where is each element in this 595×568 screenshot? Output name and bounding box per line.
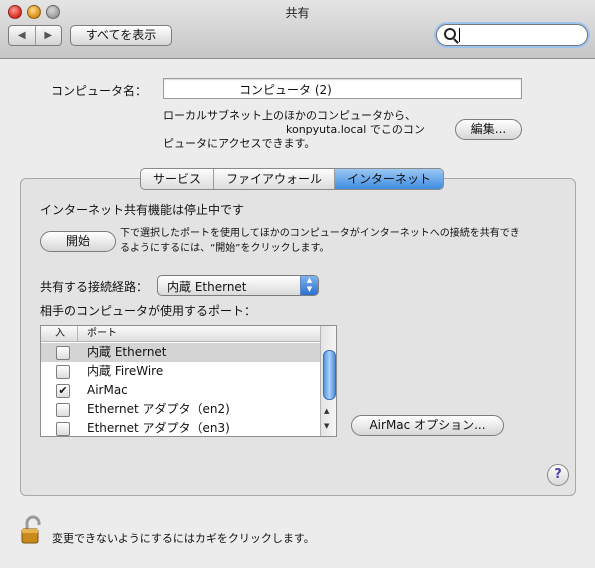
column-header-on[interactable]: 入	[55, 326, 65, 341]
port-checkbox[interactable]	[56, 403, 70, 417]
computer-name-label: コンピュータ名：	[51, 84, 148, 98]
table-row[interactable]: 内蔵 FireWire	[41, 362, 320, 381]
port-name: Ethernet アダプタ（en3)	[87, 421, 230, 435]
tab-internet[interactable]: インターネット	[335, 169, 444, 189]
port-name: AirMac	[87, 383, 128, 397]
computer-name-value: コンピュータ (2)	[239, 83, 332, 97]
window-title: 共有	[285, 6, 310, 20]
start-hint-line1: 下で選択したポートを使用してほかのコンピュータがインターネットへの接続を共有でき	[120, 228, 520, 239]
table-row[interactable]: Ethernet アダプタ（en2)	[41, 400, 320, 419]
computer-name-field[interactable]: コンピュータ (2)	[163, 78, 522, 99]
table-header: 入 ポート	[41, 326, 320, 342]
port-checkbox[interactable]	[56, 365, 70, 379]
share-from-value: 内蔵 Ethernet	[167, 280, 247, 294]
table-row[interactable]: ✔ AirMac	[41, 381, 320, 400]
edit-button[interactable]: 編集...	[455, 119, 522, 140]
tab-services[interactable]: サービス	[141, 169, 215, 189]
column-header-port[interactable]: ポート	[87, 326, 117, 341]
popup-arrows-icon: ▲ ▼	[300, 276, 318, 295]
scroll-down-arrow-icon[interactable]: ▼	[324, 422, 329, 430]
text-caret	[459, 28, 460, 42]
window-toolbar: 共有 ◀ ▶ すべてを表示	[0, 0, 595, 59]
search-icon	[444, 28, 456, 40]
back-forward-control: ◀ ▶	[8, 25, 62, 46]
port-name: Ethernet アダプタ（en2)	[87, 402, 230, 416]
ports-table[interactable]: 入 ポート 内蔵 Ethernet 内蔵 FireWire ✔ AirMac E…	[40, 325, 337, 437]
address-description-line3: ピュータにアクセスできます。	[163, 137, 316, 150]
scroll-up-arrow-icon[interactable]: ▲	[324, 407, 329, 415]
port-checkbox[interactable]	[56, 422, 70, 436]
table-row[interactable]: Ethernet アダプタ（en3)	[41, 419, 320, 438]
tab-bar: サービス ファイアウォール インターネット	[140, 168, 445, 190]
search-field[interactable]	[436, 24, 588, 46]
scroll-thumb[interactable]	[323, 350, 336, 400]
port-name: 内蔵 FireWire	[87, 364, 164, 378]
back-arrow-icon[interactable]: ◀	[9, 26, 36, 45]
internet-sharing-status: インターネット共有機能は停止中です	[40, 203, 245, 217]
port-name: 内蔵 Ethernet	[87, 345, 167, 359]
airmac-options-button[interactable]: AirMac オプション...	[351, 415, 504, 436]
lock-icon[interactable]	[20, 515, 44, 545]
share-from-popup[interactable]: 内蔵 Ethernet ▲ ▼	[157, 275, 319, 296]
start-hint-line2: るようにするには、“開始”をクリックします。	[120, 243, 330, 254]
tab-firewall[interactable]: ファイアウォール	[214, 169, 336, 189]
start-button[interactable]: 開始	[40, 231, 116, 252]
lock-hint: 変更できないようにするにはカギをクリックします。	[52, 532, 315, 545]
share-from-label: 共有する接続経路：	[40, 280, 149, 294]
port-checkbox[interactable]: ✔	[56, 384, 70, 398]
ports-label: 相手のコンピュータが使用するポート：	[40, 304, 257, 318]
show-all-button[interactable]: すべてを表示	[70, 25, 172, 46]
table-row[interactable]: 内蔵 Ethernet	[41, 343, 320, 362]
help-button[interactable]: ?	[547, 464, 569, 486]
port-checkbox[interactable]	[56, 346, 70, 360]
forward-arrow-icon[interactable]: ▶	[36, 26, 62, 45]
ports-scrollbar[interactable]: ▲ ▼	[320, 326, 336, 436]
